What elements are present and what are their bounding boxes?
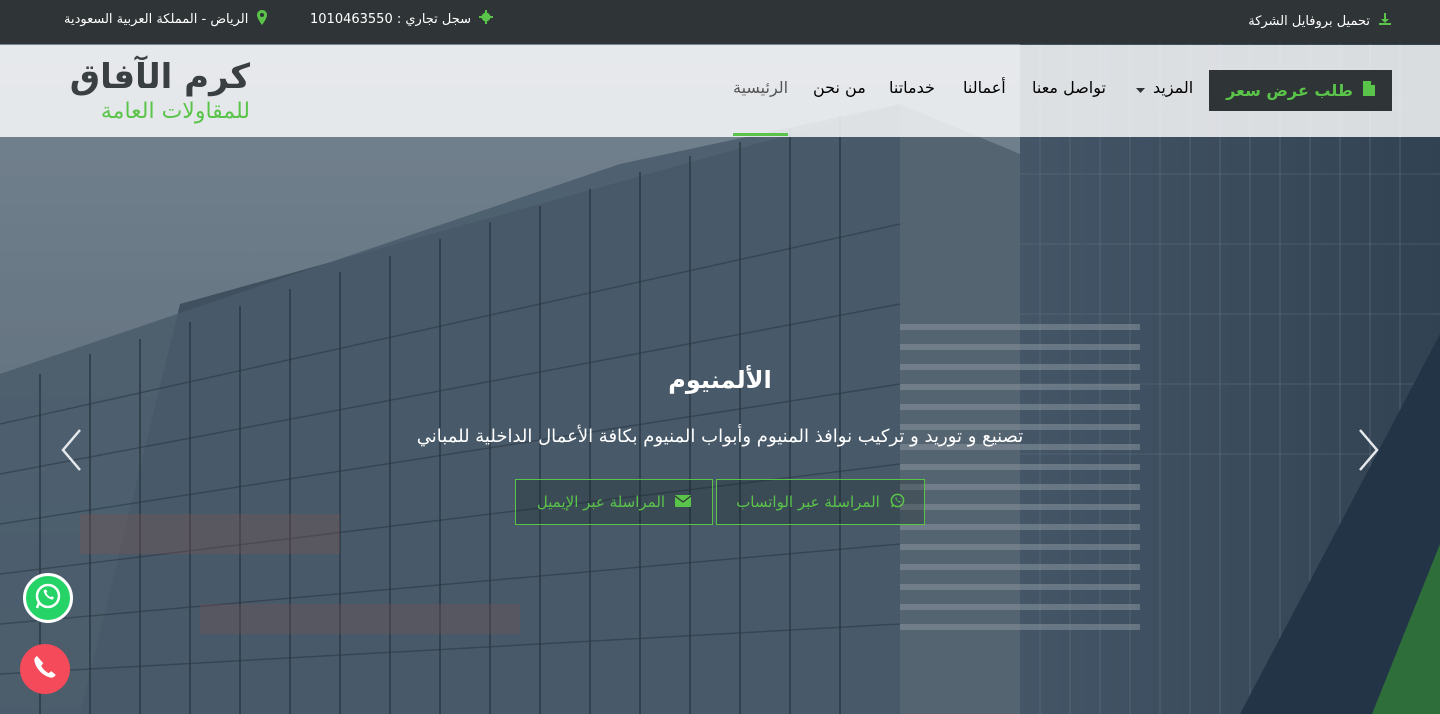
top-bar: تحميل بروفايل الشركة سجل تجاري : 1010463…: [0, 0, 1440, 44]
logo-title: كرم الآفاق: [69, 57, 250, 97]
commercial-register: سجل تجاري : 1010463550: [310, 10, 494, 28]
nav-contact-label: تواصل معنا: [1032, 78, 1106, 97]
nav-works-label: أعمالنا: [963, 78, 1006, 97]
whatsapp-contact-label: المراسلة عبر الواتساب: [736, 493, 880, 511]
nav-about[interactable]: من نحن: [813, 78, 866, 97]
nav-about-label: من نحن: [813, 78, 866, 97]
nav-services[interactable]: خدماتنا: [889, 78, 935, 97]
nav-services-label: خدماتنا: [889, 78, 935, 97]
profile-download-label: تحميل بروفايل الشركة: [1248, 13, 1370, 29]
email-contact-label: المراسلة عبر الإيميل: [536, 493, 666, 511]
profile-download-link[interactable]: تحميل بروفايل الشركة: [1248, 12, 1392, 30]
chevron-left-icon: [60, 429, 84, 476]
envelope-icon: [674, 493, 692, 511]
whatsapp-icon: [33, 581, 63, 615]
location: الرياض - المملكة العربية السعودية: [64, 10, 268, 29]
phone-float-button[interactable]: [20, 644, 70, 694]
request-quote-button[interactable]: طلب عرض سعر: [1209, 70, 1392, 111]
nav-works[interactable]: أعمالنا: [963, 78, 1006, 97]
chevron-right-icon: [1356, 429, 1380, 476]
nav-more-label: المزيد: [1153, 78, 1194, 97]
file-icon: [1362, 81, 1375, 100]
whatsapp-contact-button[interactable]: المراسلة عبر الواتساب: [716, 479, 925, 525]
download-icon: [1378, 12, 1392, 30]
hero-title: الألمنيوم: [668, 366, 772, 394]
nav-home[interactable]: الرئيسية: [733, 78, 788, 97]
gear-icon: [479, 10, 494, 28]
location-label: الرياض - المملكة العربية السعودية: [64, 12, 249, 27]
map-marker-icon: [256, 10, 268, 29]
phone-icon: [31, 653, 59, 685]
commercial-register-label: سجل تجاري : 1010463550: [310, 11, 472, 27]
slider-next-button[interactable]: [1356, 428, 1380, 472]
logo-subtitle: للمقاولات العامة: [100, 99, 250, 124]
email-contact-button[interactable]: المراسلة عبر الإيميل: [515, 479, 713, 525]
whatsapp-icon: [890, 493, 905, 512]
slider-prev-button[interactable]: [60, 428, 84, 472]
request-quote-label: طلب عرض سعر: [1226, 81, 1353, 100]
company-logo[interactable]: كرم الآفاق للمقاولات العامة: [46, 53, 250, 129]
nav-home-label: الرئيسية: [733, 78, 789, 97]
hero-subtitle: تصنيع و توريد و تركيب نوافذ المنيوم وأبو…: [416, 426, 1024, 447]
nav-contact[interactable]: تواصل معنا: [1032, 78, 1106, 97]
nav-more-dropdown[interactable]: المزيد: [1136, 78, 1193, 97]
caret-down-icon: [1136, 78, 1145, 97]
main-navbar: كرم الآفاق للمقاولات العامة الرئيسية من …: [0, 45, 1440, 137]
nav-active-indicator: [733, 133, 788, 136]
whatsapp-float-button[interactable]: [23, 573, 73, 623]
